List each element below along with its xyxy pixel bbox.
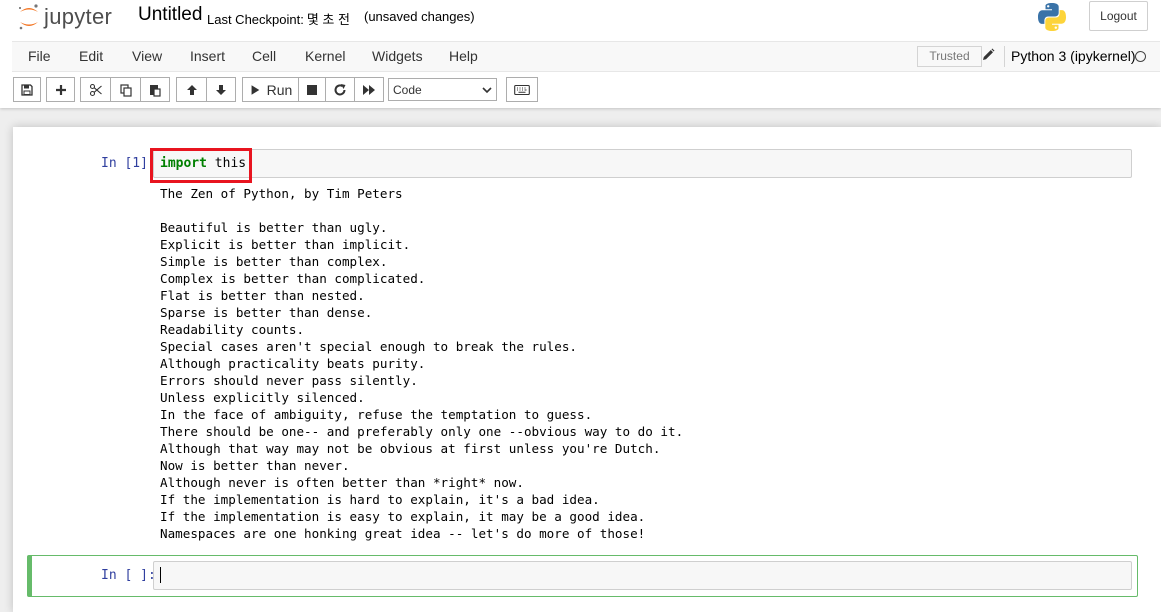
output-line: Although never is often better than *rig… xyxy=(160,475,524,490)
highlight-annotation-box xyxy=(150,148,252,183)
cell-type-value: Code xyxy=(393,82,422,97)
insert-cell-button[interactable] xyxy=(46,77,75,102)
stop-icon xyxy=(307,84,317,95)
copy-button[interactable] xyxy=(110,77,141,102)
scissors-icon xyxy=(89,83,102,96)
output-line: There should be one-- and preferably onl… xyxy=(160,424,684,439)
cut-button[interactable] xyxy=(80,77,111,102)
menu-insert[interactable]: Insert xyxy=(190,48,225,64)
output-line: The Zen of Python, by Tim Peters xyxy=(160,186,403,201)
autosave-status: (unsaved changes) xyxy=(364,9,475,24)
output-line: Errors should never pass silently. xyxy=(160,373,418,388)
interrupt-kernel-button[interactable] xyxy=(298,77,326,102)
menu-cell[interactable]: Cell xyxy=(252,48,276,64)
menu-kernel[interactable]: Kernel xyxy=(305,48,345,64)
output-line: In the face of ambiguity, refuse the tem… xyxy=(160,407,593,422)
arrow-down-icon xyxy=(216,84,226,95)
menu-help[interactable]: Help xyxy=(449,48,478,64)
menu-file[interactable]: File xyxy=(28,48,51,64)
logo-text: jupyter xyxy=(44,4,113,29)
header: jupyter Untitled Last Checkpoint: 몇 초 전 (… xyxy=(0,0,1161,108)
checkpoint-status: Last Checkpoint: 몇 초 전 xyxy=(207,9,350,28)
menu-widgets[interactable]: Widgets xyxy=(372,48,423,64)
save-button[interactable] xyxy=(13,77,41,102)
output-line: If the implementation is hard to explain… xyxy=(160,492,600,507)
input-prompt: In [1]: xyxy=(101,156,156,171)
move-down-button[interactable] xyxy=(206,77,236,102)
paste-icon xyxy=(150,84,161,97)
chevron-down-icon xyxy=(482,86,492,93)
code-input-area[interactable] xyxy=(153,149,1132,178)
keyboard-icon xyxy=(514,84,530,95)
copy-icon xyxy=(119,83,132,97)
move-up-button[interactable] xyxy=(176,77,207,102)
checkpoint-time: 몇 초 전 xyxy=(306,12,350,27)
fast-forward-icon xyxy=(363,84,375,95)
output-line: Explicit is better than implicit. xyxy=(160,237,411,252)
command-palette-button[interactable] xyxy=(506,77,538,102)
output-line: Now is better than never. xyxy=(160,458,350,473)
notebook-name[interactable]: Untitled xyxy=(138,4,202,26)
trusted-indicator[interactable]: Trusted xyxy=(917,46,982,67)
step-forward-icon xyxy=(251,84,259,95)
run-button[interactable]: Run xyxy=(242,77,299,102)
output-line: Unless explicitly silenced. xyxy=(160,390,365,405)
restart-kernel-button[interactable] xyxy=(325,77,355,102)
save-icon xyxy=(21,83,33,96)
menu-edit[interactable]: Edit xyxy=(79,48,103,64)
output-line: Complex is better than complicated. xyxy=(160,271,426,286)
output-line: Flat is better than nested. xyxy=(160,288,365,303)
output-line: Sparse is better than dense. xyxy=(160,305,373,320)
output-line: Although that way may not be obvious at … xyxy=(160,441,661,456)
checkpoint-label: Last Checkpoint: xyxy=(207,12,304,27)
pencil-icon[interactable] xyxy=(980,47,996,63)
output-line: If the implementation is easy to explain… xyxy=(160,509,646,524)
input-prompt-empty: In [ ]: xyxy=(101,568,156,583)
output-line: Readability counts. xyxy=(160,322,305,337)
jupyter-logo[interactable]: jupyter xyxy=(16,3,112,31)
output-line: Although practicality beats purity. xyxy=(160,356,426,371)
arrow-up-icon xyxy=(186,84,197,95)
text-cursor xyxy=(160,567,161,583)
code-input-area-empty[interactable] xyxy=(153,561,1132,590)
menubar: File Edit View Insert Cell Kernel Widget… xyxy=(12,41,1160,72)
logout-button[interactable]: Logout xyxy=(1089,1,1148,31)
output-line: Simple is better than complex. xyxy=(160,254,388,269)
kernel-divider xyxy=(1004,46,1005,67)
kernel-name[interactable]: Python 3 (ipykernel) xyxy=(1011,48,1136,64)
run-label: Run xyxy=(266,81,293,98)
kernel-idle-indicator-icon xyxy=(1135,51,1146,62)
output-line: Beautiful is better than ugly. xyxy=(160,220,388,235)
refresh-icon xyxy=(334,83,346,95)
restart-run-all-button[interactable] xyxy=(354,77,384,102)
menu-view[interactable]: View xyxy=(132,48,162,64)
cell-type-select[interactable]: Code xyxy=(388,78,497,101)
output-line: Special cases aren't special enough to b… xyxy=(160,339,578,354)
plus-icon xyxy=(55,84,66,95)
python-logo-icon xyxy=(1038,3,1066,31)
paste-button[interactable] xyxy=(140,77,170,102)
jupyter-logo-icon xyxy=(19,4,38,30)
output-line: Namespaces are one honking great idea --… xyxy=(160,526,646,541)
